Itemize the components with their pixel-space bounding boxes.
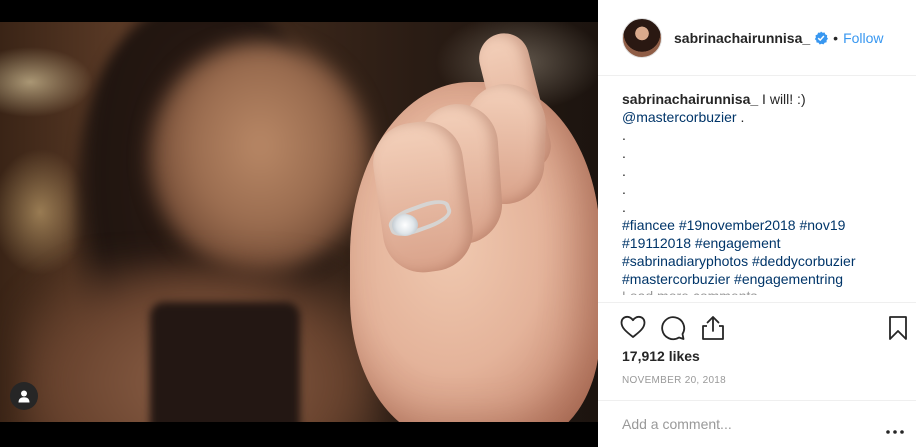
caption-hashtags[interactable]: #mastercorbuzier #engagementring [622, 270, 916, 288]
post-media[interactable] [0, 0, 598, 447]
post-photo[interactable] [0, 22, 598, 422]
avatar[interactable] [622, 17, 662, 58]
caption-dot-line: . [622, 163, 626, 179]
photo-phone [150, 302, 300, 422]
caption-username[interactable]: sabrinachairunnisa_ [622, 91, 758, 107]
comment-icon[interactable] [660, 315, 686, 341]
share-icon[interactable] [701, 315, 725, 341]
caption-dot-line: . [622, 127, 626, 143]
caption-dot-line: . [622, 181, 626, 197]
heart-icon[interactable] [620, 315, 646, 339]
load-more-comments-button[interactable]: Load more comments [622, 287, 757, 295]
post-actions [598, 302, 916, 350]
more-options-icon[interactable] [886, 421, 904, 439]
post-side-panel: sabrinachairunnisa_ • Follow sabrinachai… [598, 0, 916, 447]
bookmark-icon[interactable] [888, 315, 908, 341]
caption-dot-line: . [622, 145, 626, 161]
header-dot-separator: • [833, 29, 839, 46]
comment-form [598, 400, 916, 447]
caption-mention-suffix: . [736, 109, 745, 125]
verified-badge-icon [814, 31, 829, 45]
user-tag-icon[interactable] [10, 382, 38, 410]
caption-mention[interactable]: @mastercorbuzier [622, 109, 737, 125]
post-date: NOVEMBER 20, 2018 [622, 375, 727, 386]
likes-count[interactable]: 17,912 likes [622, 348, 700, 364]
caption-dot-line: . [622, 199, 626, 215]
header-username[interactable]: sabrinachairunnisa_ [674, 30, 810, 46]
photo-ring-stone [392, 214, 418, 236]
caption-hashtags[interactable]: #19112018 #engagement [622, 234, 916, 252]
caption-text: I will! :) [758, 91, 806, 107]
caption-hashtags[interactable]: #sabrinadiaryphotos #deddycorbuzier [622, 252, 916, 270]
comment-input[interactable] [622, 416, 862, 432]
photo-face [150, 42, 370, 272]
post-header: sabrinachairunnisa_ • Follow [598, 0, 916, 76]
follow-button[interactable]: Follow [843, 30, 883, 46]
caption-hashtags[interactable]: #fiancee #19november2018 #nov19 [622, 216, 916, 234]
post-caption: sabrinachairunnisa_ I will! :) @masterco… [598, 76, 916, 302]
